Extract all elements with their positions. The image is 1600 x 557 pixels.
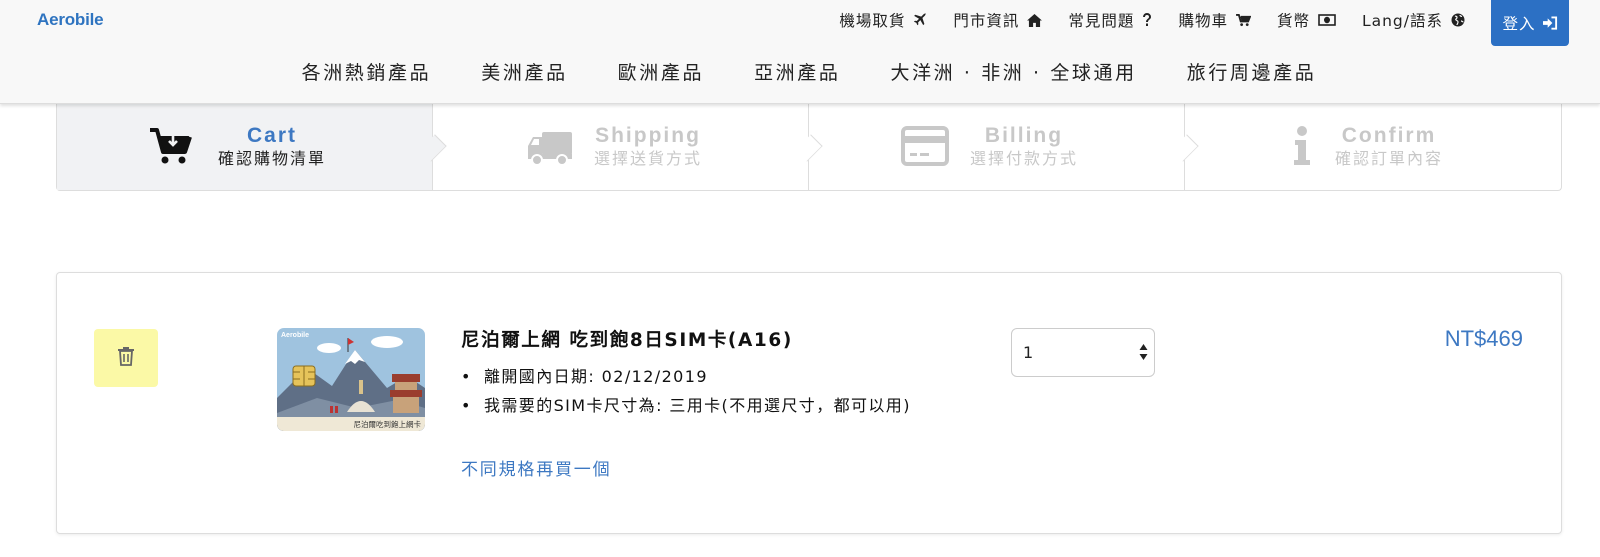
nav-faq[interactable]: 常見問題 (1068, 0, 1152, 40)
step-confirm-subtitle: 確認訂單內容 (1335, 149, 1444, 168)
top-nav: 機場取貨 門市資訊 常見問題 購物車 貨幣 Lang/語系 登入 (839, 0, 1600, 46)
cart-download-icon (149, 126, 193, 170)
mainnav-asia[interactable]: 亞洲產品 (754, 58, 840, 85)
quantity-select[interactable]: 1 (1011, 328, 1155, 377)
nav-faq-label: 常見問題 (1068, 12, 1135, 30)
product-options: 離開國內日期: 02/12/2019 我需要的SIM卡尺寸為: 三用卡(不用選尺… (461, 367, 956, 416)
login-button[interactable]: 登入 (1491, 0, 1569, 46)
step-billing-subtitle: 選擇付款方式 (970, 149, 1079, 168)
step-shipping[interactable]: Shipping 選擇送貨方式 (433, 104, 823, 190)
step-shipping-title: Shipping (595, 124, 701, 147)
mainnav-oceania-africa-global[interactable]: 大洋洲 · 非洲 · 全球通用 (890, 58, 1136, 85)
nav-currency-label: 貨幣 (1276, 12, 1310, 30)
step-billing-text: Billing 選擇付款方式 (970, 124, 1078, 170)
question-icon (1142, 13, 1152, 27)
mainnav-europe[interactable]: 歐洲產品 (618, 58, 704, 85)
nav-language[interactable]: Lang/語系 (1362, 0, 1465, 40)
globe-icon (1451, 13, 1465, 27)
credit-card-icon (901, 126, 949, 170)
sign-in-icon (1542, 16, 1558, 30)
info-icon (1293, 126, 1311, 170)
select-arrows-icon (1139, 343, 1148, 361)
trash-icon (117, 346, 135, 370)
nav-store-info[interactable]: 門市資訊 (953, 0, 1043, 40)
money-icon (1318, 14, 1336, 26)
login-label: 登入 (1502, 15, 1536, 33)
plane-icon (913, 13, 927, 27)
step-confirm[interactable]: Confirm 確認訂單內容 (1185, 104, 1561, 190)
nav-currency[interactable]: 貨幣 (1277, 0, 1336, 40)
step-shipping-text: Shipping 選擇送貨方式 (594, 124, 702, 170)
main-nav: 各洲熱銷產品 美洲產品 歐洲產品 亞洲產品 大洋洲 · 非洲 · 全球通用 旅行… (0, 58, 1600, 85)
site-header: Aerobile 機場取貨 門市資訊 常見問題 購物車 貨幣 Lang/語系 登… (0, 0, 1600, 104)
step-cart-text: Cart 確認購物清單 (218, 124, 326, 170)
site-logo[interactable]: Aerobile (37, 10, 104, 30)
step-billing-title: Billing (984, 124, 1064, 147)
step-confirm-text: Confirm 確認訂單內容 (1335, 124, 1443, 170)
nav-store-info-label: 門市資訊 (953, 12, 1020, 30)
step-shipping-subtitle: 選擇送貨方式 (594, 149, 703, 168)
step-billing[interactable]: Billing 選擇付款方式 (809, 104, 1199, 190)
mainnav-americas[interactable]: 美洲產品 (481, 58, 567, 85)
home-icon (1027, 13, 1043, 27)
delete-item-button[interactable] (94, 329, 158, 387)
mainnav-travel-accessories[interactable]: 旅行周邊產品 (1187, 58, 1317, 85)
nav-shopping-cart[interactable]: 購物車 (1178, 0, 1251, 40)
product-thumbnail[interactable]: Aerobile 尼泊爾吃到飽上網卡 (277, 328, 425, 431)
thumbnail-caption: 尼泊爾吃到飽上網卡 (354, 419, 422, 429)
step-cart-subtitle: 確認購物清單 (218, 149, 327, 168)
mainnav-popular[interactable]: 各洲熱銷產品 (302, 58, 432, 85)
product-name[interactable]: 尼泊爾上網 吃到飽8日SIM卡(A16) (461, 326, 793, 352)
cart-item: Aerobile 尼泊爾吃到飽上網卡 尼泊爾上網 吃到飽8日SIM卡(A16) … (56, 272, 1562, 534)
nav-airport-pickup[interactable]: 機場取貨 (839, 0, 927, 40)
truck-icon (527, 128, 573, 172)
buy-different-spec-link[interactable]: 不同規格再買一個 (461, 455, 611, 480)
option-sim-size: 我需要的SIM卡尺寸為: 三用卡(不用選尺寸，都可以用) (461, 396, 956, 416)
option-departure-date: 離開國內日期: 02/12/2019 (461, 367, 956, 387)
thumbnail-brand: Aerobile (281, 332, 309, 339)
nav-airport-pickup-label: 機場取貨 (839, 12, 906, 30)
nav-shopping-cart-label: 購物車 (1178, 12, 1228, 30)
step-cart-title: Cart (247, 124, 298, 147)
step-cart[interactable]: Cart 確認購物清單 (57, 104, 447, 190)
checkout-steps: Cart 確認購物清單 Shipping 選擇送貨方式 Billing 選擇付款… (56, 104, 1562, 191)
quantity-value: 1 (1023, 343, 1034, 362)
cart-icon (1236, 13, 1251, 27)
step-confirm-title: Confirm (1341, 124, 1437, 147)
nav-language-label: Lang/語系 (1361, 12, 1443, 30)
item-price: NT$469 (1444, 326, 1523, 351)
